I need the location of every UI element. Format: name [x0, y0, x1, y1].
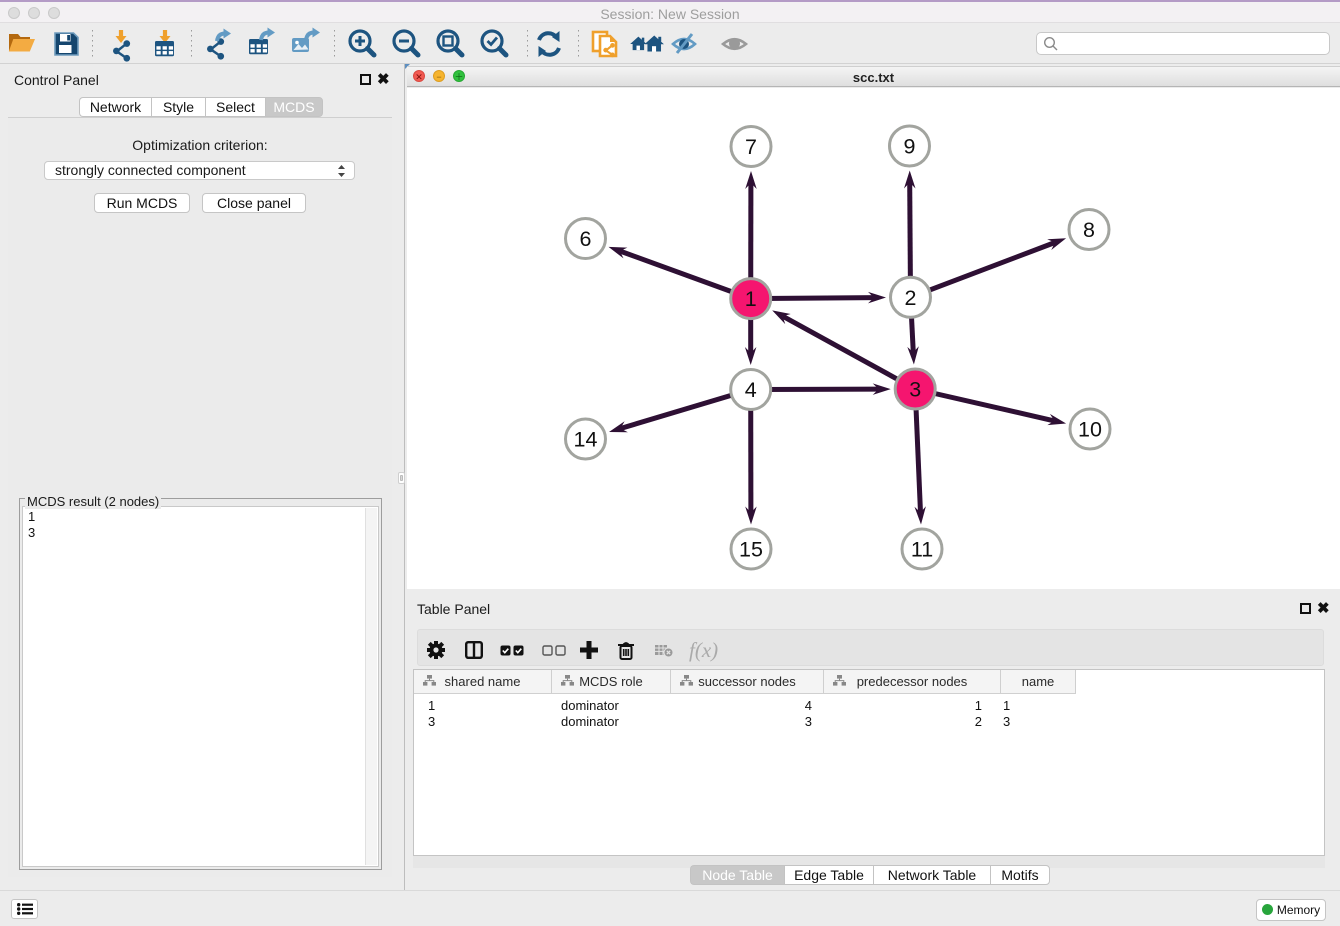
svg-text:9: 9	[904, 135, 916, 159]
svg-text:10: 10	[1078, 418, 1102, 442]
svg-text:11: 11	[911, 538, 933, 562]
svg-text:15: 15	[739, 538, 763, 562]
svg-text:6: 6	[580, 227, 592, 251]
svg-text:7: 7	[745, 135, 757, 159]
svg-text:8: 8	[1083, 218, 1095, 242]
svg-text:14: 14	[574, 428, 598, 452]
svg-text:3: 3	[909, 378, 921, 402]
svg-text:1: 1	[745, 287, 757, 311]
svg-text:4: 4	[745, 378, 757, 402]
svg-text:2: 2	[905, 286, 917, 310]
